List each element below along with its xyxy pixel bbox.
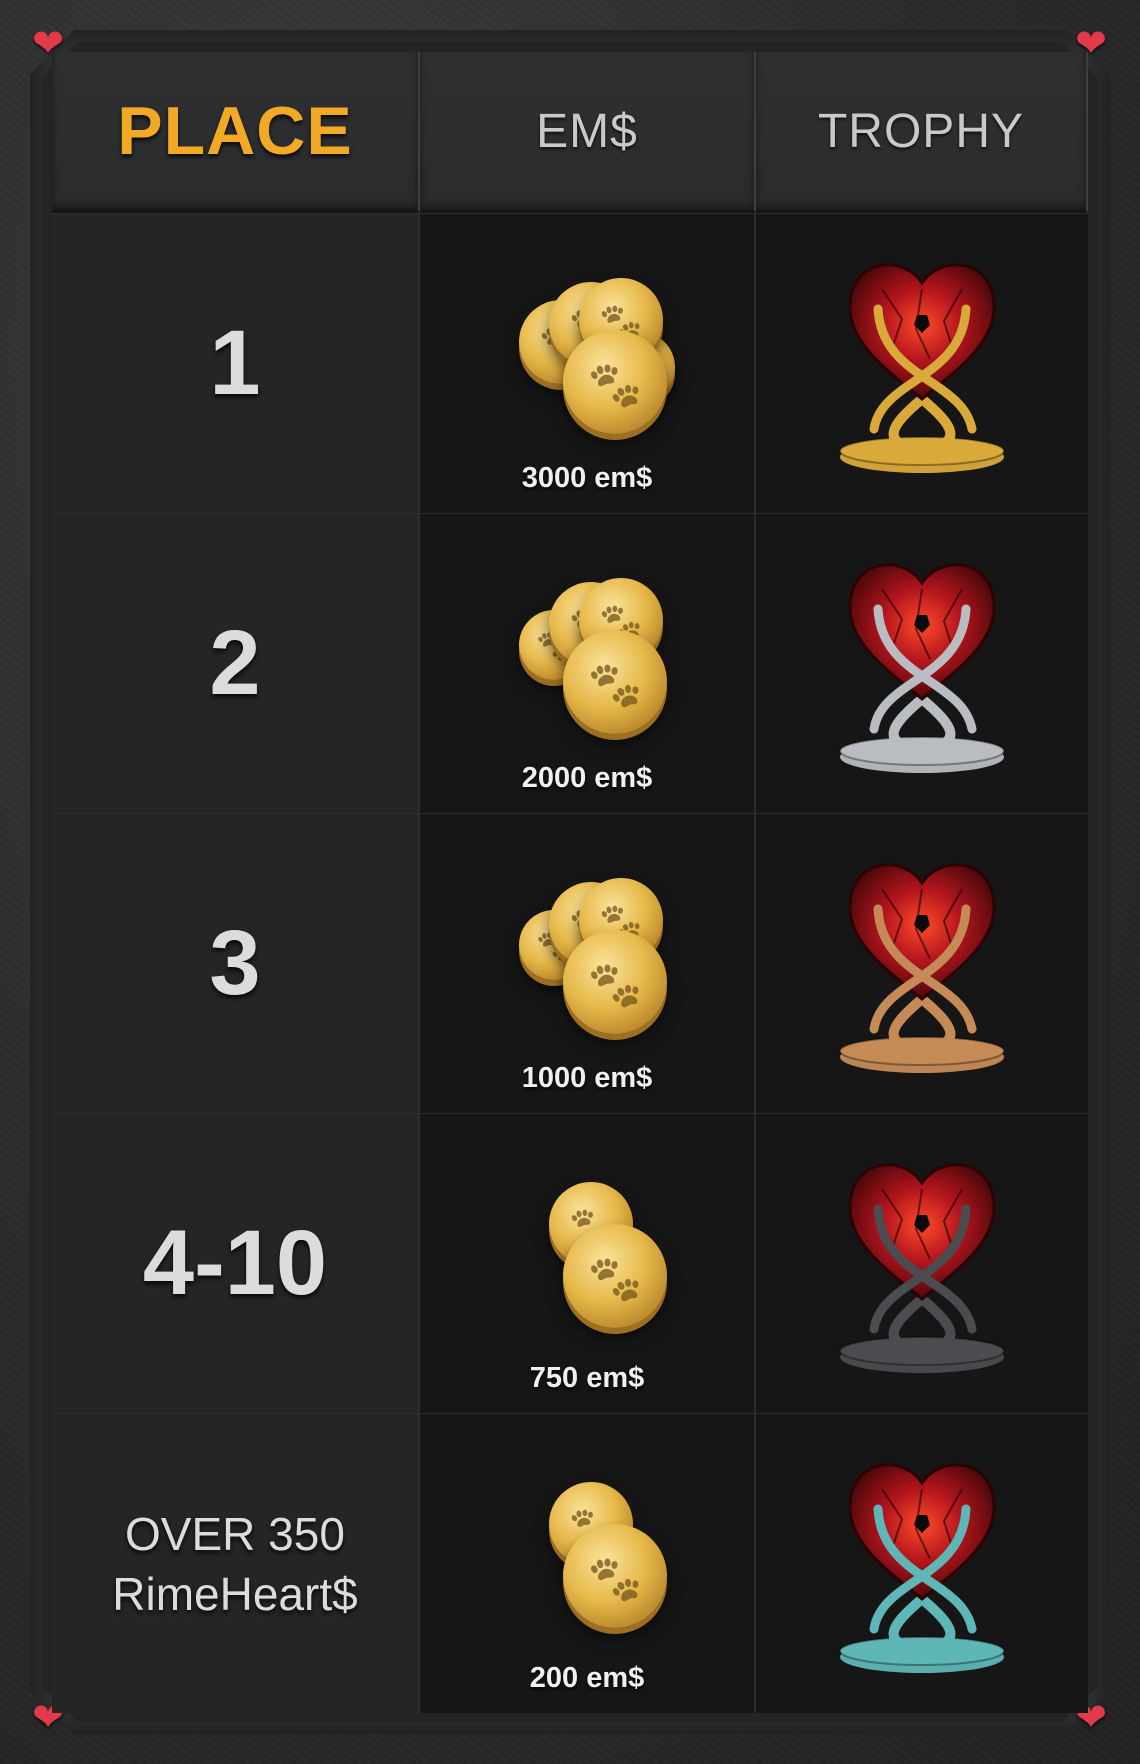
heart-trophy-icon [822,849,1022,1079]
table-row-trophy [756,213,1088,513]
heart-trophy-icon [822,1449,1022,1679]
paw-icon: 🐾 [587,360,643,410]
table-row-reward: 🐾🐾🐾🐾🐾 3000 em$ [420,213,756,513]
trophy-graphic [839,262,1005,473]
table-row-reward: 🐾 🐾 200 em$ [420,1413,756,1713]
heart-trophy-icon [822,249,1022,479]
reward-amount: 750 em$ [529,1362,645,1394]
table-row-place: OVER 350 RimeHeart$ [52,1413,420,1713]
trophy-graphic [839,862,1005,1073]
table-row-trophy [756,1413,1088,1713]
table-row-place: 2 [52,513,420,813]
table-row-place: 4-10 [52,1113,420,1413]
place-label: OVER 350 RimeHeart$ [112,1504,357,1624]
paw-icon: 🐾 [587,660,643,710]
column-header-trophy: TROPHY [756,52,1088,213]
paw-coin-icon: 🐾 [563,629,667,734]
paw-coin-icon: 🐾 [563,929,667,1034]
table-row-reward: 🐾🐾🐾🐾 1000 em$ [420,813,756,1113]
coin-stack-icon: 🐾🐾🐾🐾 [477,874,697,1044]
heart-trophy-icon [822,1149,1022,1379]
table-row-trophy [756,1113,1088,1413]
rewards-table: PLACE EM$ TROPHY 1🐾🐾🐾🐾🐾3000 em$2🐾🐾🐾🐾2000… [52,52,1088,1713]
reward-amount: 200 em$ [529,1662,645,1694]
table-row-place: 1 [52,213,420,513]
place-label: 3 [209,912,261,1014]
paw-icon: 🐾 [587,960,643,1010]
heart-trophy-icon [822,549,1022,779]
table-row-trophy [756,513,1088,813]
place-label: 4-10 [142,1212,328,1314]
coin-stack-icon: 🐾 🐾 [477,1174,697,1344]
place-label: 1 [209,312,261,414]
column-header-em: EM$ [420,52,756,213]
trophy-graphic [839,1462,1005,1673]
column-header-label: EM$ [536,104,638,158]
column-header-label: TROPHY [817,104,1024,158]
place-label: 2 [209,612,261,714]
table-row-reward: 🐾 🐾 750 em$ [420,1113,756,1413]
table-row-reward: 🐾🐾🐾🐾 2000 em$ [420,513,756,813]
paw-coin-icon: 🐾 [563,1523,667,1628]
board-frame: ❤ ❤ ❤ ❤ PLACE EM$ TROPHY 1🐾🐾🐾🐾🐾3000 em$2… [0,0,1140,1764]
place-label-line: OVER 350 [125,1507,345,1560]
reward-amount: 1000 em$ [521,1062,653,1094]
coin-stack-icon: 🐾 🐾 [477,1474,697,1644]
paw-icon: 🐾 [587,1554,643,1604]
coin-stack-icon: 🐾🐾🐾🐾🐾 [477,274,697,444]
trophy-graphic [839,1162,1005,1373]
reward-amount: 3000 em$ [521,462,653,494]
coin-stack-icon: 🐾🐾🐾🐾 [477,574,697,744]
trophy-graphic [839,562,1005,773]
paw-coin-icon: 🐾 [563,1223,667,1328]
table-row-trophy [756,813,1088,1113]
paw-icon: 🐾 [587,1254,643,1304]
paw-coin-icon: 🐾 [563,329,667,434]
table-row-place: 3 [52,813,420,1113]
column-header-label: PLACE [117,93,353,169]
column-header-place: PLACE [52,52,420,213]
reward-amount: 2000 em$ [521,762,653,794]
place-label-line: RimeHeart$ [112,1567,358,1620]
